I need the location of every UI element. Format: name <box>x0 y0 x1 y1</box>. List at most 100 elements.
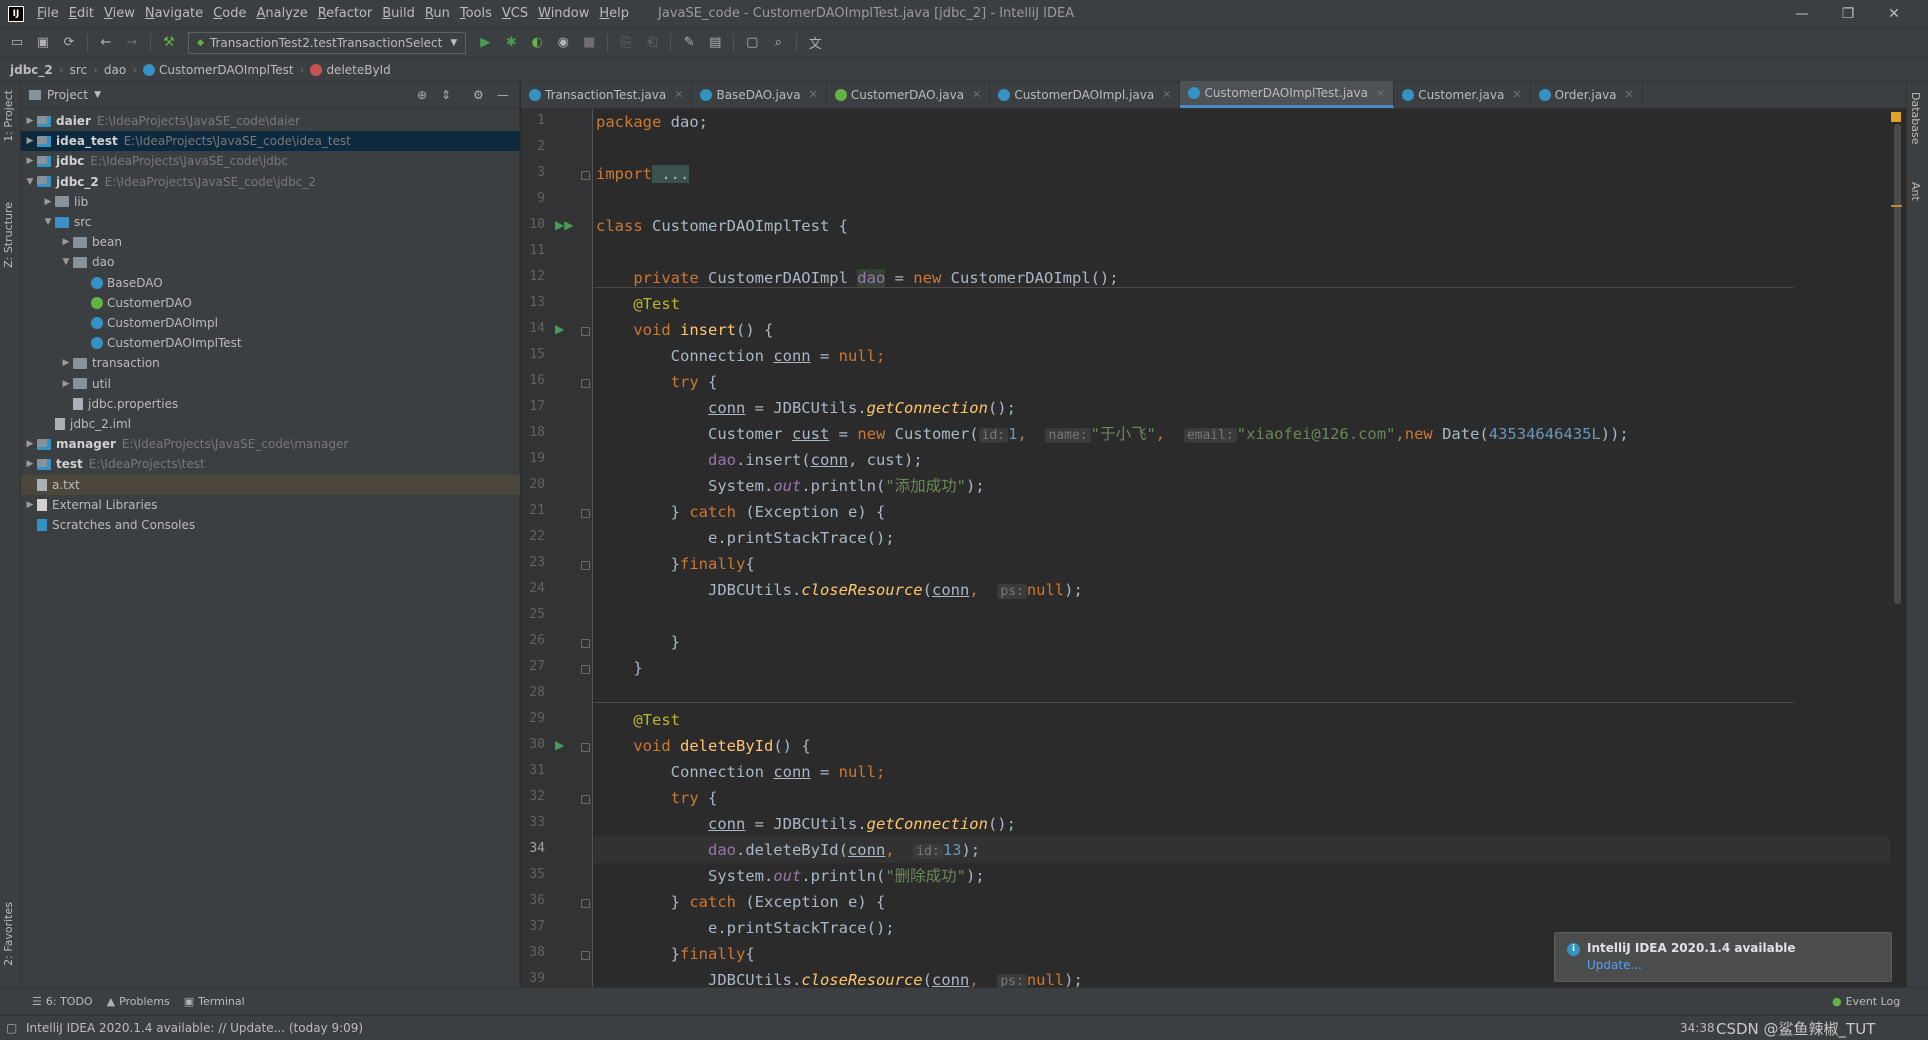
tree-item[interactable]: ▶ lib <box>21 192 520 212</box>
fold-marker-icon[interactable] <box>581 951 590 960</box>
editor-tab[interactable]: Customer.java ✕ <box>1394 81 1531 108</box>
hide-panel-icon[interactable]: — <box>497 88 509 102</box>
menu-view[interactable]: View <box>99 6 140 21</box>
crumb-class[interactable]: CustomerDAOImplTest <box>143 63 294 77</box>
sync-icon[interactable]: ⟳ <box>58 32 80 54</box>
tool-window-ant[interactable]: Ant <box>1909 182 1922 201</box>
editor-tab[interactable]: BaseDAO.java ✕ <box>692 81 827 108</box>
todo-button[interactable]: ☰ 6: TODO <box>32 995 93 1008</box>
menu-window[interactable]: Window <box>533 6 594 21</box>
expanded-arrow-icon[interactable]: ▼ <box>23 177 37 187</box>
menu-code[interactable]: Code <box>208 6 251 21</box>
close-tab-icon[interactable]: ✕ <box>809 88 818 101</box>
forward-icon[interactable]: → <box>121 32 143 54</box>
menu-run[interactable]: Run <box>420 6 455 21</box>
project-structure-icon[interactable]: ▤ <box>704 32 726 54</box>
tree-item[interactable]: Scratches and Consoles <box>21 515 520 535</box>
run-icon[interactable]: ▶ <box>474 32 496 54</box>
search-icon[interactable]: ⌕ <box>767 32 789 54</box>
fold-marker-icon[interactable] <box>581 743 590 752</box>
editor-tab[interactable]: CustomerDAOImpl.java ✕ <box>990 81 1181 108</box>
run-test-icon[interactable]: ▶▶ <box>555 218 573 232</box>
tree-item[interactable]: ▶ jdbc E:\IdeaProjects\JavaSE_code\jdbc <box>21 151 520 171</box>
crumb-src[interactable]: src <box>70 63 88 77</box>
collapsed-arrow-icon[interactable]: ▶ <box>23 459 37 469</box>
tree-item[interactable]: ▶ test E:\IdeaProjects\test <box>21 454 520 474</box>
tree-item[interactable]: CustomerDAOImplTest <box>21 333 520 353</box>
event-log-button[interactable]: ● Event Log <box>1832 995 1900 1008</box>
close-window-button[interactable]: ✕ <box>1872 0 1916 28</box>
caret-position[interactable]: 34:38 <box>1680 1021 1715 1035</box>
collapsed-arrow-icon[interactable]: ▶ <box>23 116 37 126</box>
back-icon[interactable]: ← <box>95 32 117 54</box>
tree-item[interactable]: ▶ bean <box>21 232 520 252</box>
crumb-dao[interactable]: dao <box>104 63 126 77</box>
tree-item[interactable]: jdbc.properties <box>21 394 520 414</box>
settings-wrench-icon[interactable]: ✎ <box>678 32 700 54</box>
close-tab-icon[interactable]: ✕ <box>1625 88 1634 101</box>
expanded-arrow-icon[interactable]: ▼ <box>41 217 55 227</box>
build-hammer-icon[interactable]: ⚒ <box>158 32 180 54</box>
save-icon[interactable]: ▣ <box>32 32 54 54</box>
tree-item[interactable]: ▼ src <box>21 212 520 232</box>
fold-marker-icon[interactable] <box>581 665 590 674</box>
menu-vcs[interactable]: VCS <box>497 6 533 21</box>
editor-tab[interactable]: Order.java ✕ <box>1531 81 1643 108</box>
minimize-button[interactable]: — <box>1780 0 1824 28</box>
tree-item[interactable]: ▶ manager E:\IdeaProjects\JavaSE_code\mana… <box>21 434 520 454</box>
collapse-all-icon[interactable]: ⇕ <box>441 88 451 102</box>
menu-navigate[interactable]: Navigate <box>140 6 208 21</box>
collapsed-arrow-icon[interactable]: ▶ <box>41 197 55 207</box>
vcs-update-icon[interactable]: ⎘ <box>615 32 637 54</box>
problems-button[interactable]: ▲ Problems <box>107 995 170 1008</box>
chevron-down-icon[interactable]: ▼ <box>94 90 101 100</box>
tree-item[interactable]: CustomerDAO <box>21 293 520 313</box>
tree-item[interactable]: ▼ dao <box>21 252 520 272</box>
collapsed-arrow-icon[interactable]: ▶ <box>23 439 37 449</box>
terminal-button[interactable]: ▣ Terminal <box>184 995 245 1008</box>
tree-item[interactable]: ▶ util <box>21 374 520 394</box>
fold-marker-icon[interactable] <box>581 899 590 908</box>
tree-item[interactable]: ▶ transaction <box>21 353 520 373</box>
expanded-arrow-icon[interactable]: ▼ <box>59 257 73 267</box>
run-configuration-select[interactable]: ◆ TransactionTest2.testTransactionSelect… <box>188 31 467 54</box>
tree-item[interactable]: CustomerDAOImpl <box>21 313 520 333</box>
folded-imports[interactable]: ... <box>652 165 690 183</box>
fold-marker-icon[interactable] <box>581 327 590 336</box>
menu-help[interactable]: Help <box>594 6 634 21</box>
profile-icon[interactable]: ◉ <box>552 32 574 54</box>
locate-icon[interactable]: ⊕ <box>417 88 427 102</box>
vcs-commit-icon[interactable]: ⎗ <box>641 32 663 54</box>
terminal-icon[interactable]: ▢ <box>741 32 763 54</box>
tree-item[interactable]: ▶ External Libraries <box>21 495 520 515</box>
collapsed-arrow-icon[interactable]: ▶ <box>23 500 37 510</box>
gear-icon[interactable]: ⚙ <box>473 88 484 102</box>
run-test-icon[interactable]: ▶ <box>555 322 564 336</box>
close-tab-icon[interactable]: ✕ <box>1376 87 1385 100</box>
translate-icon[interactable]: 文 <box>804 32 826 54</box>
debug-icon[interactable]: ✱ <box>500 32 522 54</box>
restore-button[interactable]: ❐ <box>1826 0 1870 28</box>
coverage-icon[interactable]: ◐ <box>526 32 548 54</box>
tree-item[interactable]: ▶ idea_test E:\IdeaProjects\JavaSE_code\id… <box>21 131 520 152</box>
close-tab-icon[interactable]: ✕ <box>1512 88 1521 101</box>
menu-edit[interactable]: Edit <box>64 6 99 21</box>
open-folder-icon[interactable]: ▭ <box>6 32 28 54</box>
collapsed-arrow-icon[interactable]: ▶ <box>59 358 73 368</box>
editor-tab[interactable]: CustomerDAOImplTest.java ✕ <box>1180 81 1395 108</box>
collapsed-arrow-icon[interactable]: ▶ <box>23 156 37 166</box>
stop-icon[interactable]: ■ <box>578 32 600 54</box>
status-toggle-icon[interactable]: ▢ <box>6 1021 17 1035</box>
tree-item[interactable]: ▼ jdbc_2 E:\IdeaProjects\JavaSE_code\jdbc_… <box>21 172 520 192</box>
tool-window-database[interactable]: Database <box>1909 92 1922 145</box>
close-tab-icon[interactable]: ✕ <box>972 88 981 101</box>
error-stripe-mark[interactable] <box>1891 205 1902 207</box>
scrollbar-thumb[interactable] <box>1894 124 1901 604</box>
collapsed-arrow-icon[interactable]: ▶ <box>59 237 73 247</box>
tool-window-favorites[interactable]: 2: Favorites <box>2 902 15 966</box>
menu-file[interactable]: File <box>32 6 64 21</box>
fold-marker-icon[interactable] <box>581 509 590 518</box>
menu-analyze[interactable]: Analyze <box>251 6 312 21</box>
tree-item[interactable]: ▶ daier E:\IdeaProjects\JavaSE_code\daier <box>21 111 520 131</box>
code-editor[interactable]: package dao; import ... class CustomerDA… <box>594 109 1894 987</box>
